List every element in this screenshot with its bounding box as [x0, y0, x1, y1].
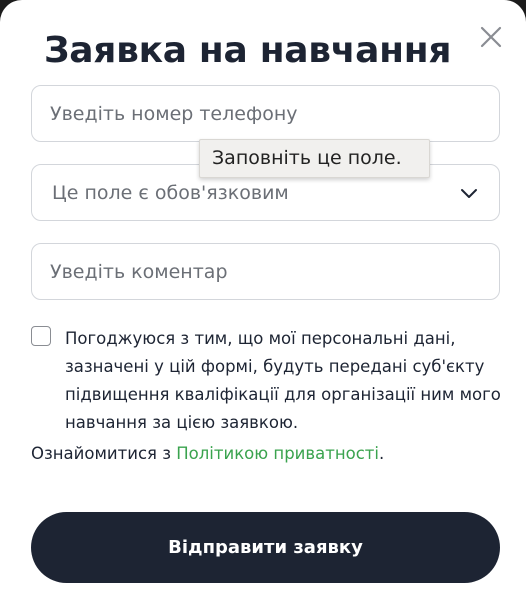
privacy-notice: Ознайомитися з Політикою приватності. — [31, 444, 384, 463]
comment-input[interactable] — [32, 244, 499, 299]
chevron-down-icon — [460, 187, 478, 199]
consent-checkbox[interactable] — [31, 326, 51, 346]
privacy-suffix: . — [379, 444, 385, 463]
application-modal: Заявка на навчання Це поле є обов'язкови… — [0, 0, 526, 596]
phone-field-wrapper — [31, 85, 500, 142]
phone-input[interactable] — [32, 86, 499, 141]
modal-title: Заявка на навчання — [44, 30, 452, 71]
submit-button[interactable]: Відправити заявку — [31, 512, 500, 583]
comment-field-wrapper — [31, 243, 500, 300]
privacy-prefix: Ознайомитися з — [31, 444, 177, 463]
close-icon[interactable] — [478, 24, 504, 50]
validation-tooltip: Заповніть це поле. — [199, 139, 430, 178]
privacy-policy-link[interactable]: Політикою приватності — [176, 444, 379, 463]
select-value: Це поле є обов'язковим — [52, 182, 289, 204]
consent-text: Погоджуюся з тим, що мої персональні дан… — [65, 329, 501, 432]
